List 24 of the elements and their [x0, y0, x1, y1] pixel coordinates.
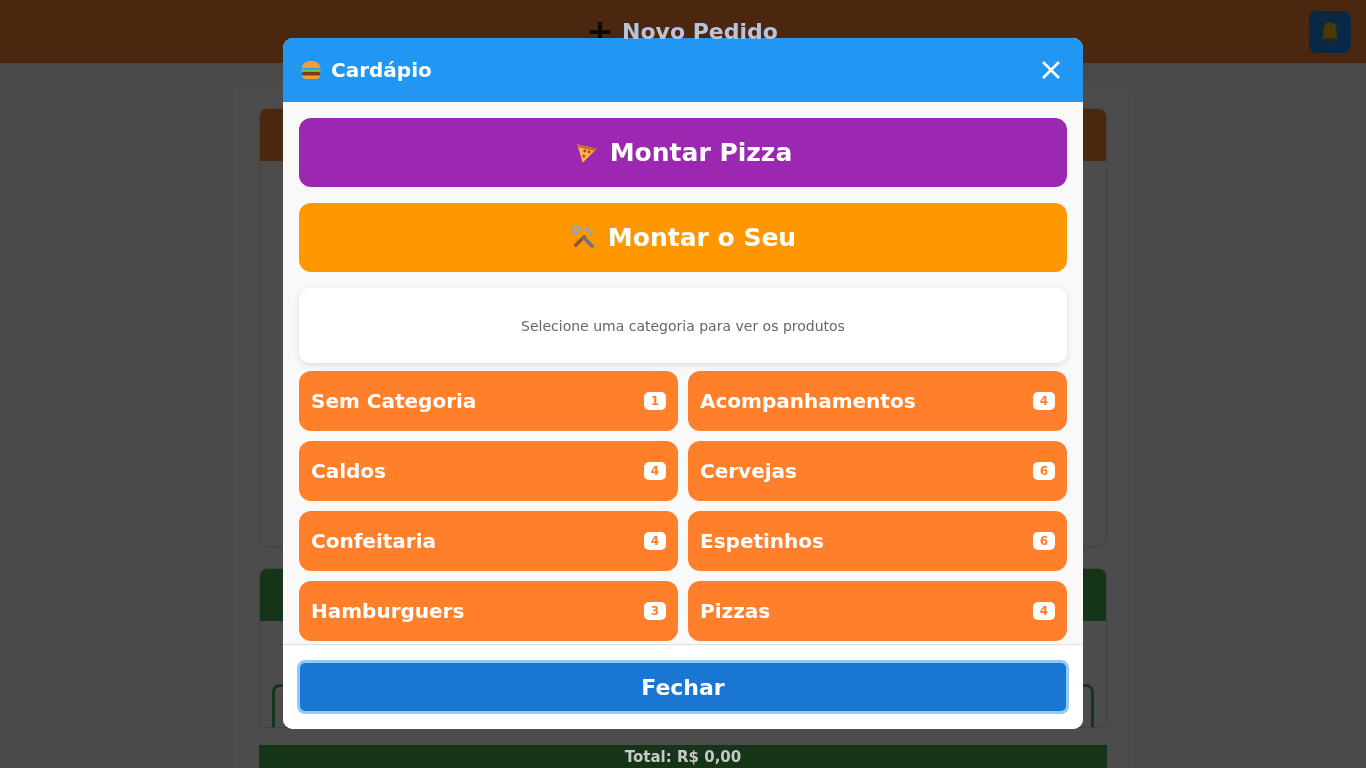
count-badge: 6 [1032, 462, 1055, 480]
hint-text: Selecione uma categoria para ver os produtos [521, 317, 845, 334]
order-total: Total: R$ 0,00 [624, 747, 742, 767]
category-button[interactable]: Pizzas 4 [688, 581, 1067, 641]
category-button[interactable]: Sem Categoria 1 [299, 371, 678, 431]
category-button[interactable]: Acompanhamentos 4 [688, 371, 1067, 431]
build-your-own-button[interactable]: Montar o Seu [299, 203, 1067, 272]
category-button[interactable]: Confeitaria 4 [299, 511, 678, 571]
build-pizza-button[interactable]: Montar Pizza [299, 118, 1067, 187]
count-badge: 6 [1032, 532, 1055, 550]
dialog-title: Cardápio [331, 58, 432, 82]
page-title: Novo Pedido [622, 19, 778, 44]
count-badge: 4 [643, 532, 666, 550]
count-badge: 4 [643, 462, 666, 480]
category-button[interactable]: Caldos 4 [299, 441, 678, 501]
burger-icon [299, 58, 323, 82]
count-badge: 4 [1032, 392, 1055, 410]
category-button[interactable]: Hamburguers 3 [299, 581, 678, 641]
category-button[interactable]: Cervejas 6 [688, 441, 1067, 501]
count-badge: 1 [643, 392, 666, 410]
close-dialog-button[interactable]: Fechar [297, 660, 1069, 714]
count-badge: 3 [643, 602, 666, 620]
category-button[interactable]: Espetinhos 6 [688, 511, 1067, 571]
count-badge: 4 [1032, 602, 1055, 620]
